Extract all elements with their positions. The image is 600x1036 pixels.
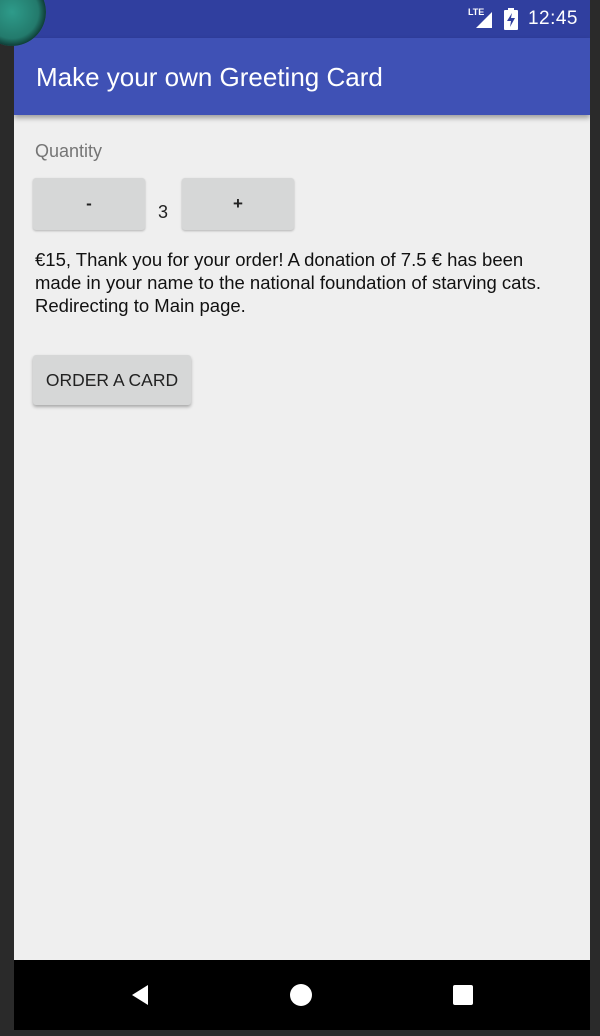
home-icon[interactable] <box>288 982 314 1008</box>
status-icons: LTE 12:45 <box>468 0 578 38</box>
quantity-label: Quantity <box>35 141 103 161</box>
battery-charging-icon <box>503 8 518 30</box>
order-card-button[interactable]: ORDER A CARD <box>33 355 191 405</box>
order-confirmation-message: €15, Thank you for your order! A donatio… <box>35 248 565 317</box>
app-title: Make your own Greeting Card <box>36 62 383 92</box>
redirect-text: Redirecting to Main page. <box>35 295 246 316</box>
app-bar: Make your own Greeting Card <box>14 38 590 115</box>
status-bar: LTE 12:45 <box>14 0 590 38</box>
increment-button[interactable]: + <box>182 178 294 230</box>
decrement-button[interactable]: - <box>33 178 145 230</box>
lte-signal-icon: LTE <box>468 7 494 30</box>
phone-screen: LTE 12:45 Make your own Greeting Card Qu… <box>14 0 590 1030</box>
clock: 12:45 <box>527 8 578 29</box>
recents-icon[interactable] <box>450 982 476 1008</box>
back-icon[interactable] <box>128 982 154 1008</box>
navigation-bar <box>14 960 590 1030</box>
confirmation-text: €15, Thank you for your order! A donatio… <box>35 249 541 293</box>
quantity-value: 3 <box>158 202 169 222</box>
